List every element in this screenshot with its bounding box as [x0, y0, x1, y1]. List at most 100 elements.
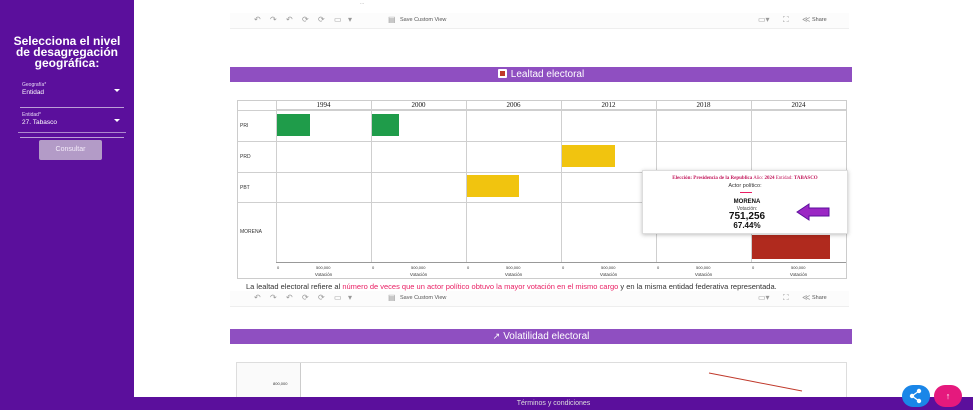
axis-title: Votación — [504, 272, 523, 277]
year-header: 1994 — [276, 101, 371, 110]
x-axis: 0 500,000 Votación — [371, 262, 466, 279]
entity-value: 27. Tabasco — [22, 119, 57, 126]
party-label-pbt: PBT — [240, 185, 250, 191]
bar-pri-1994[interactable] — [277, 114, 310, 136]
consultar-button[interactable]: Consultar — [39, 140, 102, 160]
caption-text: La lealtad electoral refiere al — [246, 282, 343, 291]
tooltip-header: Elección: Presidencia de la Republica Añ… — [643, 176, 847, 181]
revert-icon[interactable]: ↶ — [286, 15, 293, 25]
year-header: 2006 — [466, 101, 561, 110]
geography-select[interactable]: Geografía* Entidad — [20, 82, 124, 108]
refresh-icon[interactable]: ⟳ — [302, 293, 309, 303]
axis-tick: 0 — [657, 265, 660, 270]
party-label-prd: PRD — [240, 154, 251, 160]
axis-title: Votación — [789, 272, 808, 277]
chevron-down-icon — [114, 89, 120, 92]
sidebar: Selecciona el nivel de desagregación geo… — [0, 0, 134, 410]
redo-icon[interactable]: ↷ — [270, 293, 277, 303]
save-view-icon: ▤ — [388, 15, 396, 24]
lealtad-title: Lealtad electoral — [510, 69, 585, 80]
axis-tick: 500,000 — [411, 265, 426, 270]
axis-tick: 0 — [277, 265, 280, 270]
axis-tick: 500,000 — [696, 265, 711, 270]
tooltip-election: Presidencia de la Republica — [693, 176, 753, 181]
pause-icon[interactable]: ⟳ — [318, 293, 325, 303]
undo-icon[interactable]: ↶ — [254, 15, 261, 25]
tooltip-divider — [740, 192, 752, 193]
pause-icon[interactable]: ⟳ — [318, 15, 325, 25]
volatilidad-header: ↗ Volatilidad electoral — [230, 329, 852, 344]
bar-morena-2024[interactable] — [752, 235, 830, 259]
axis-tick: 500,000 — [506, 265, 521, 270]
undo-icon[interactable]: ↶ — [254, 293, 261, 303]
entity-label: Entidad* — [22, 112, 41, 118]
axis-tick: 0 — [372, 265, 375, 270]
caption-highlight: número de veces que un actor político ob… — [342, 282, 619, 291]
sidebar-divider — [18, 132, 126, 133]
tableau-toolbar-top: ↶ ↷ ↶ ⟳ ⟳ ▭ ▾ ▤ Save Custom View ▭▾ ⛶ ≪ … — [230, 13, 849, 29]
refresh-icon[interactable]: ⟳ — [302, 15, 309, 25]
entity-select[interactable]: Entidad* 27. Tabasco — [20, 112, 124, 138]
geography-value: Entidad — [22, 89, 45, 96]
save-custom-view-button[interactable]: Save Custom View — [400, 295, 446, 301]
axis-tick: 500,000 — [316, 265, 331, 270]
axis-tick: 0 — [752, 265, 755, 270]
save-custom-view-button[interactable]: Save Custom View — [400, 17, 446, 23]
footer-terms-link[interactable]: Términos y condiciones — [134, 397, 973, 410]
volatilidad-chart[interactable]: 800,000 — [236, 362, 847, 403]
fullscreen-icon[interactable]: ⛶ — [783, 15, 789, 25]
share-icon[interactable]: ≪ — [802, 15, 810, 25]
tooltip-entity: TABASCO — [793, 176, 818, 181]
tableau-toolbar-bottom: ↶ ↷ ↶ ⟳ ⟳ ▭ ▾ ▤ Save Custom View ▭▾ ⛶ ≪ … — [230, 291, 849, 307]
tooltip-percent: 67.44% — [733, 221, 761, 230]
top-truncated-text: ... — [360, 0, 365, 4]
comment-icon[interactable]: ▭▾ — [758, 15, 770, 25]
bar-pri-2000[interactable] — [372, 114, 399, 136]
axis-tick: 500,000 — [601, 265, 616, 270]
view-icon[interactable]: ▭ — [334, 15, 342, 25]
share-button[interactable]: Share — [812, 295, 827, 301]
year-header: 2018 — [656, 101, 751, 110]
volatilidad-title: Volatilidad electoral — [503, 331, 590, 342]
save-view-icon: ▤ — [388, 293, 396, 302]
party-label-pri: PRI — [240, 123, 249, 129]
year-header: 2012 — [561, 101, 656, 110]
lealtad-caption: La lealtad electoral refiere al número d… — [246, 282, 846, 291]
dropdown-icon[interactable]: ▾ — [348, 293, 352, 303]
share-button[interactable]: Share — [812, 17, 827, 23]
view-icon[interactable]: ▭ — [334, 293, 342, 303]
tooltip-actor: MORENA — [733, 199, 761, 205]
tooltip-entity-label: Entidad: — [775, 176, 793, 181]
chevron-down-icon — [114, 119, 120, 122]
y-tick: 800,000 — [273, 381, 288, 386]
tooltip-actor-label: Actor político: — [728, 183, 762, 189]
x-axis: 0 500,000 Votación — [276, 262, 371, 279]
bar-prd-2012[interactable] — [562, 145, 615, 167]
redo-icon[interactable]: ↷ — [270, 15, 277, 25]
map-icon — [497, 69, 507, 78]
arrow-up-icon: ↑ — [945, 391, 951, 401]
tooltip-year-label: Año: — [753, 176, 764, 181]
year-header: 2000 — [371, 101, 466, 110]
party-label-morena: MORENA — [240, 229, 262, 235]
axis-title: Votación — [599, 272, 618, 277]
scroll-top-button[interactable]: ↑ — [934, 385, 962, 407]
comment-icon[interactable]: ▭▾ — [758, 293, 770, 303]
axis-title: Votación — [314, 272, 333, 277]
caption-text-end: y en la misma entidad federativa represe… — [618, 282, 777, 291]
share-icon — [909, 388, 922, 404]
share-fab[interactable] — [902, 385, 930, 407]
bar-pbt-2006[interactable] — [467, 175, 519, 197]
axis-tick: 0 — [467, 265, 470, 270]
dropdown-icon[interactable]: ▾ — [348, 15, 352, 25]
grid-row-prd — [238, 141, 846, 172]
revert-icon[interactable]: ↶ — [286, 293, 293, 303]
sidebar-title: Selecciona el nivel de desagregación geo… — [13, 34, 121, 70]
fullscreen-icon[interactable]: ⛶ — [783, 293, 789, 303]
share-icon[interactable]: ≪ — [802, 293, 810, 303]
year-header: 2024 — [751, 101, 846, 110]
axis-tick: 0 — [562, 265, 565, 270]
axis-tick: 500,000 — [791, 265, 806, 270]
x-axis: 0 500,000 Votación — [656, 262, 751, 279]
tooltip: Elección: Presidencia de la Republica Añ… — [642, 170, 848, 234]
